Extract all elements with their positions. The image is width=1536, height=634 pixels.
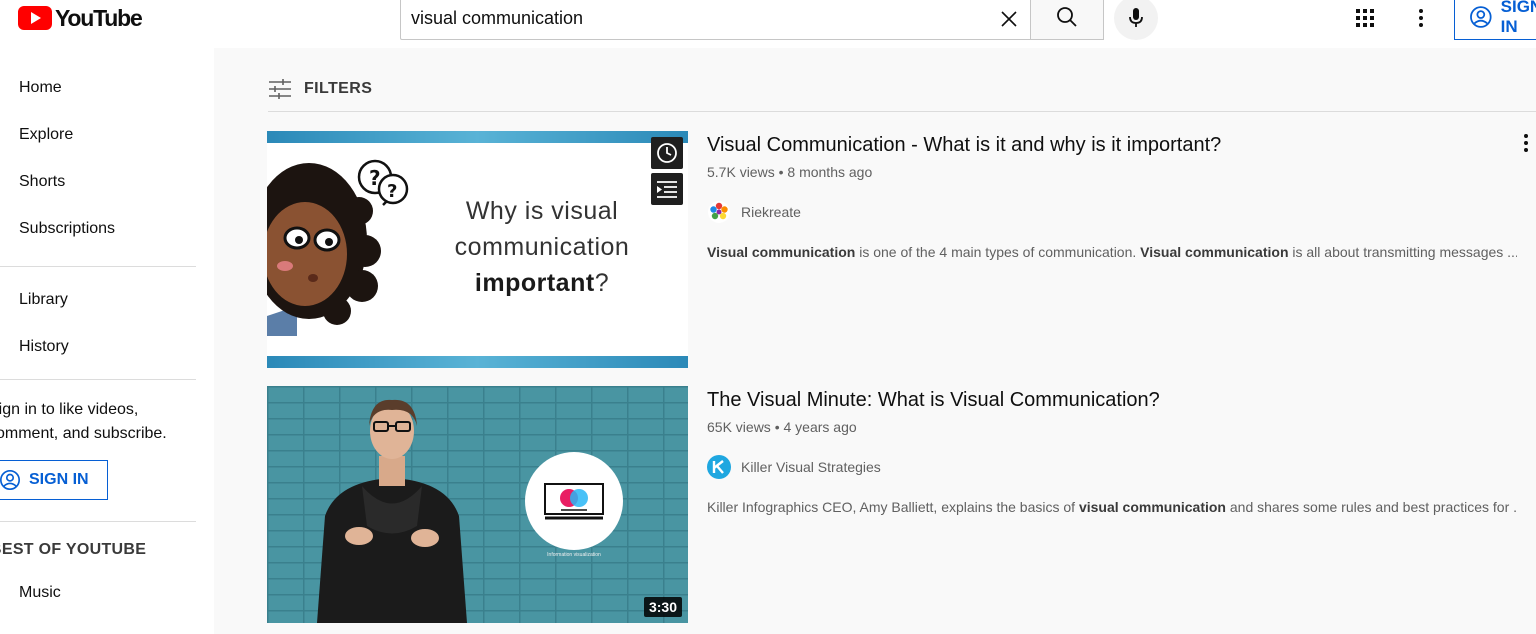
video-metadata: 5.7K views • 8 months ago [707, 164, 872, 180]
search-input[interactable] [409, 7, 993, 30]
filters-label: FILTERS [304, 80, 373, 97]
sign-in-prompt-line2: comment, and subscribe. [0, 425, 167, 442]
video-metadata: 65K views • 4 years ago [707, 419, 857, 435]
sidebar-divider [0, 266, 196, 267]
sidebar-divider [0, 521, 196, 522]
apps-grid-icon [1356, 9, 1374, 27]
thumbnail-text-bold: important [474, 269, 595, 297]
meta-separator: • [774, 419, 784, 435]
description-highlight: Visual communication [1140, 244, 1289, 260]
sidebar-item-music[interactable]: Music [19, 584, 61, 602]
video-title[interactable]: The Visual Minute: What is Visual Commun… [707, 389, 1160, 412]
description-highlight: visual communication [1078, 499, 1226, 515]
queue-icon [657, 181, 677, 198]
youtube-wordmark: YouTube [55, 4, 143, 31]
sidebar-item-home[interactable]: Home [19, 79, 62, 97]
video-thumbnail[interactable]: Information visualization 3:30 [267, 386, 688, 623]
channel-info[interactable]: Riekreate [707, 200, 801, 224]
add-to-queue-button[interactable] [651, 173, 683, 205]
thumbnail-text: Why is visual communication important? [447, 193, 637, 301]
presenter-illustration [317, 399, 467, 623]
k-logo-icon [712, 460, 724, 474]
video-title[interactable]: Visual Communication - What is it and wh… [707, 134, 1221, 157]
thumbnail-caption: Information visualization [547, 552, 601, 558]
description-text: is one of the 4 main types of communicat… [855, 244, 1141, 260]
clock-icon [657, 143, 677, 163]
sign-in-prompt-line1: Sign in to like videos, [0, 401, 139, 418]
venn-diagram-icon [544, 483, 604, 520]
sidebar: Home Explore Shorts Subscriptions Librar… [0, 48, 214, 634]
channel-avatar[interactable] [707, 455, 731, 479]
search-icon [1057, 7, 1077, 27]
sidebar-sign-in-button[interactable]: SIGN IN [0, 460, 108, 500]
thumbnail-text-end: ? [594, 269, 610, 297]
sign-in-button[interactable]: SIGN IN [1454, 0, 1536, 40]
sidebar-item-library[interactable]: Library [19, 291, 68, 309]
thumbnail-band [267, 131, 688, 143]
search-button[interactable] [1030, 0, 1104, 40]
microphone-icon [1129, 8, 1143, 27]
question-bubbles-illustration: ? ? [357, 159, 409, 206]
search-box[interactable] [400, 0, 1030, 40]
description-text: Killer Infographics CEO, Amy Balliett, e… [707, 499, 1079, 515]
channel-info[interactable]: Killer Visual Strategies [707, 455, 881, 479]
masthead: YouTube SIGN IN [0, 0, 1536, 48]
filters-divider [268, 111, 1536, 112]
thumbnail-text-line: Why is visual [465, 197, 619, 225]
publish-age: 8 months ago [787, 164, 873, 180]
view-count: 65K views [707, 419, 771, 435]
sidebar-item-shorts[interactable]: Shorts [19, 173, 65, 191]
sign-in-label: SIGN IN [1500, 0, 1536, 36]
video-duration: 3:30 [643, 597, 682, 617]
close-icon [1001, 11, 1017, 27]
sidebar-sign-in-label: SIGN IN [29, 471, 89, 488]
channel-avatar[interactable] [707, 200, 731, 224]
sidebar-item-subscriptions[interactable]: Subscriptions [19, 220, 115, 238]
settings-more-button[interactable] [1408, 5, 1434, 31]
thumbnail-text-line: communication [454, 233, 630, 261]
description-text: is all about transmitting messages ... [1288, 244, 1517, 260]
channel-name[interactable]: Killer Visual Strategies [741, 459, 881, 475]
youtube-apps-button[interactable] [1352, 5, 1378, 31]
more-vert-icon [1524, 134, 1528, 152]
sidebar-item-explore[interactable]: Explore [19, 126, 73, 144]
account-icon [1470, 6, 1492, 28]
clear-search-button[interactable] [996, 6, 1022, 32]
publish-age: 4 years ago [783, 419, 857, 435]
view-count: 5.7K views [707, 164, 775, 180]
video-thumbnail[interactable]: ? ? Why is visual communication importan… [267, 131, 688, 368]
svg-text:?: ? [387, 181, 397, 202]
video-description: Killer Infographics CEO, Amy Balliett, e… [707, 499, 1517, 515]
sidebar-item-history[interactable]: History [19, 338, 69, 356]
account-icon [0, 470, 20, 490]
filters-button[interactable]: FILTERS [268, 78, 372, 100]
watch-later-button[interactable] [651, 137, 683, 169]
info-visualization-graphic [525, 452, 623, 550]
thumbnail-band [267, 356, 688, 368]
youtube-play-icon [18, 6, 52, 30]
tune-icon [269, 79, 291, 99]
thumbnail-text-line: important? [447, 265, 637, 301]
more-vert-icon [1419, 9, 1423, 27]
flower-logo-icon [708, 201, 730, 223]
sidebar-divider [0, 379, 196, 380]
video-action-menu-button[interactable] [1516, 131, 1536, 155]
video-description: Visual communication is one of the 4 mai… [707, 244, 1517, 260]
svg-text:?: ? [369, 166, 381, 190]
channel-name[interactable]: Riekreate [741, 204, 801, 220]
sign-in-prompt: Sign in to like videos, comment, and sub… [0, 398, 188, 446]
description-highlight: Visual communication [707, 244, 856, 260]
description-text: and shares some rules and best practices… [1226, 499, 1517, 515]
youtube-logo[interactable]: YouTube [18, 4, 143, 31]
best-of-youtube-heading: BEST OF YOUTUBE [0, 541, 147, 558]
voice-search-button[interactable] [1114, 0, 1158, 40]
